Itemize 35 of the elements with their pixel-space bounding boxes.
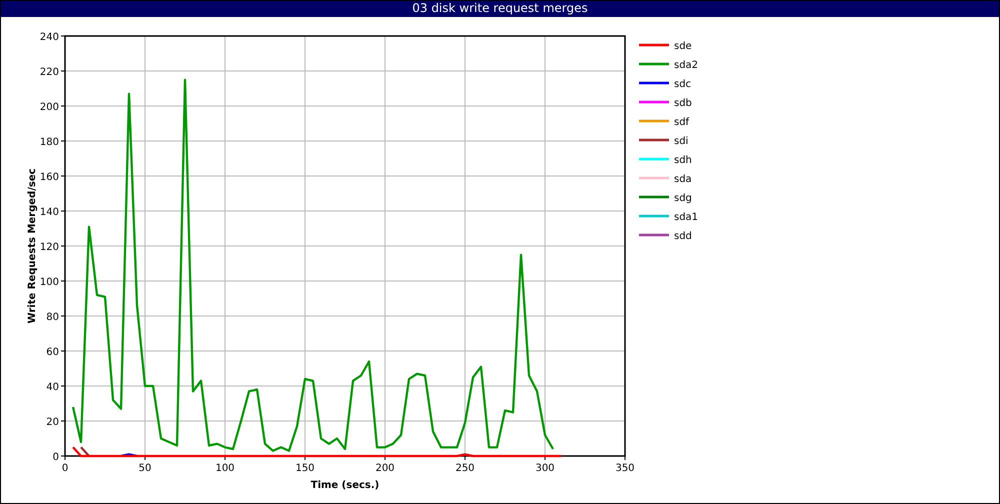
tick-label: 250 bbox=[455, 463, 475, 474]
legend-label: sde bbox=[674, 41, 692, 52]
legend-label: sda bbox=[674, 174, 692, 185]
legend-label: sdb bbox=[674, 98, 692, 109]
tick-label: 80 bbox=[46, 312, 59, 323]
legend-label: sdc bbox=[674, 79, 692, 90]
legend-label: sdh bbox=[674, 155, 692, 166]
axis-title: Time (secs.) bbox=[310, 480, 380, 491]
tick-label: 240 bbox=[40, 32, 59, 43]
tick-label: 200 bbox=[40, 102, 59, 113]
tick-label: 150 bbox=[295, 463, 315, 474]
tick-label: 350 bbox=[615, 463, 635, 474]
tick-label: 40 bbox=[46, 382, 59, 393]
legend-label: sdf bbox=[674, 117, 690, 128]
tick-label: 0 bbox=[62, 463, 68, 474]
tick-label: 180 bbox=[40, 137, 59, 148]
tick-label: 160 bbox=[40, 172, 59, 183]
tick-label: 0 bbox=[52, 452, 59, 463]
tick-label: 20 bbox=[46, 417, 59, 428]
legend-label: sdg bbox=[674, 193, 692, 204]
tick-label: 140 bbox=[40, 207, 59, 218]
axis-title: Write Requests Merged/sec bbox=[27, 168, 38, 324]
legend-label: sda1 bbox=[674, 212, 698, 223]
tick-label: 300 bbox=[535, 463, 555, 474]
legend-label: sdi bbox=[674, 136, 688, 147]
tick-label: 220 bbox=[40, 67, 59, 78]
tick-label: 50 bbox=[138, 463, 152, 474]
tick-label: 100 bbox=[40, 277, 59, 288]
legend-label: sdd bbox=[674, 231, 692, 242]
window-title: 03 disk write request merges bbox=[1, 1, 999, 17]
tick-label: 200 bbox=[375, 463, 395, 474]
tick-label: 100 bbox=[215, 463, 235, 474]
tick-label: 120 bbox=[40, 242, 59, 253]
tick-label: 60 bbox=[46, 347, 59, 358]
legend-label: sda2 bbox=[674, 60, 698, 71]
